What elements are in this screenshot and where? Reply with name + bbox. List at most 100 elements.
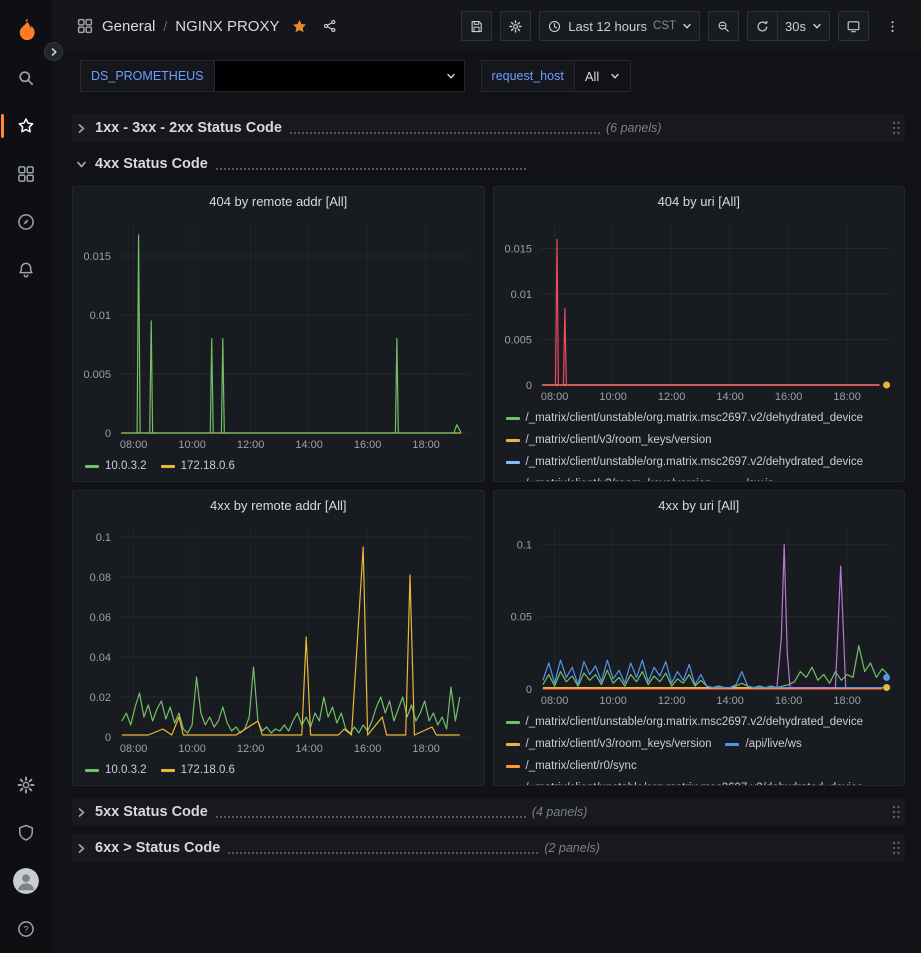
svg-text:16:00: 16:00 <box>774 695 802 707</box>
clock-icon <box>547 19 562 34</box>
request-host-value-dropdown[interactable]: All <box>575 60 631 92</box>
zoom-out-button[interactable] <box>708 11 739 41</box>
svg-text:10:00: 10:00 <box>599 695 627 707</box>
refresh-interval-picker[interactable]: 30s <box>778 11 830 41</box>
legend-item[interactable]: 10.0.3.2 <box>85 455 147 477</box>
drag-handle-icon[interactable] <box>891 120 901 136</box>
chevron-right-icon <box>76 123 87 134</box>
breadcrumb: General / NGINX PROXY <box>76 17 338 35</box>
sidebar-item-explore[interactable] <box>0 198 52 246</box>
refresh-button[interactable] <box>747 11 778 41</box>
breadcrumb-folder[interactable]: General <box>102 18 155 35</box>
caret-down-icon <box>446 71 456 81</box>
variables-bar: DS_PROMETHEUS request_host All <box>52 52 921 102</box>
explore-icon <box>16 212 36 232</box>
sidebar-item-help[interactable]: ? <box>0 905 52 953</box>
ds-prometheus-value-dropdown[interactable] <box>215 60 465 92</box>
legend-item[interactable]: 172.18.0.6 <box>161 455 235 477</box>
sidebar-item-server-admin[interactable] <box>0 809 52 857</box>
dashboard-settings-button[interactable] <box>500 11 531 41</box>
panel-title[interactable]: 404 by remote addr [All] <box>73 187 484 215</box>
chart-404-by-uri[interactable]: 08:0010:0012:0014:0016:0018:0000.0050.01… <box>494 215 905 405</box>
request-host-label: request_host <box>481 60 575 92</box>
svg-text:10:00: 10:00 <box>178 439 206 451</box>
panel-title[interactable]: 404 by uri [All] <box>494 187 905 215</box>
alerting-icon <box>16 260 36 280</box>
legend-item[interactable]: /_matrix/client/unstable/org.matrix.msc2… <box>506 407 864 429</box>
favorite-star-icon[interactable] <box>291 18 308 35</box>
sidebar-item-search[interactable] <box>0 54 52 102</box>
breadcrumb-separator: / <box>163 18 167 34</box>
svg-text:10:00: 10:00 <box>599 391 627 403</box>
sidebar-expand-button[interactable] <box>44 42 63 61</box>
sidebar-item-starred[interactable] <box>0 102 52 150</box>
svg-text:18:00: 18:00 <box>833 695 861 707</box>
svg-text:0.015: 0.015 <box>83 251 111 263</box>
row-header-4xx[interactable]: 4xx Status Code <box>72 150 905 178</box>
tv-icon <box>846 19 861 34</box>
svg-text:0.01: 0.01 <box>510 289 531 301</box>
request-host-value: All <box>585 69 599 84</box>
chart-4xx-by-uri[interactable]: 08:0010:0012:0014:0016:0018:0000.050.1 <box>494 519 905 709</box>
sidebar-item-configuration[interactable] <box>0 761 52 809</box>
sidebar: ? <box>0 0 52 953</box>
row-header-5xx[interactable]: 5xx Status Code (4 panels) <box>72 798 905 826</box>
row-dotted-leader <box>290 132 600 134</box>
user-avatar <box>13 868 39 894</box>
time-range-picker[interactable]: Last 12 hours CST <box>539 11 700 41</box>
grafana-logo-icon <box>13 17 40 44</box>
legend-item[interactable]: /sw.js <box>725 473 773 481</box>
row-header-6xx[interactable]: 6xx > Status Code (2 panels) <box>72 834 905 862</box>
row-header-1xx-3xx-2xx[interactable]: 1xx - 3xx - 2xx Status Code (6 panels) <box>72 114 905 142</box>
panel-legend: /_matrix/client/unstable/org.matrix.msc2… <box>494 709 905 785</box>
time-range-label: Last 12 hours <box>568 19 647 34</box>
legend-item[interactable]: /_matrix/client/r0/sync <box>506 755 637 777</box>
sidebar-item-dashboards[interactable] <box>0 150 52 198</box>
legend-item[interactable]: /_matrix/client/unstable/org.matrix.msc2… <box>506 777 864 785</box>
svg-text:14:00: 14:00 <box>295 743 323 755</box>
settings-icon <box>16 775 36 795</box>
panel-legend: 10.0.3.2 172.18.0.6 <box>73 453 484 481</box>
variable-request-host: request_host All <box>481 60 631 92</box>
legend-item[interactable]: /_matrix/client/v3/room_keys/version <box>506 429 712 451</box>
kebab-menu-button[interactable] <box>877 11 907 41</box>
drag-handle-icon[interactable] <box>891 804 901 820</box>
row-title: 6xx > Status Code <box>95 840 220 856</box>
row-dotted-leader <box>216 816 526 818</box>
legend-item[interactable]: /_matrix/client/v3/room_keys/version <box>506 733 712 755</box>
svg-text:16:00: 16:00 <box>774 391 802 403</box>
zoom-out-icon <box>716 19 731 34</box>
sidebar-item-profile[interactable] <box>0 857 52 905</box>
save-dashboard-button[interactable] <box>461 11 492 41</box>
tv-mode-button[interactable] <box>838 11 869 41</box>
chart-4xx-by-remote-addr[interactable]: 08:0010:0012:0014:0016:0018:0000.020.040… <box>73 519 484 757</box>
row-panel-count: (6 panels) <box>606 121 662 135</box>
row-panel-count: (2 panels) <box>544 841 600 855</box>
row-dotted-leader <box>228 852 538 854</box>
legend-item[interactable]: 172.18.0.6 <box>161 759 235 781</box>
panel-title[interactable]: 4xx by uri [All] <box>494 491 905 519</box>
svg-text:0.06: 0.06 <box>90 612 111 624</box>
legend-item[interactable]: /_matrix/client/unstable/org.matrix.msc2… <box>506 451 864 473</box>
legend-item[interactable]: 10.0.3.2 <box>85 759 147 781</box>
legend-item[interactable]: /api/live/ws <box>725 733 801 755</box>
dashboard-body: 1xx - 3xx - 2xx Status Code (6 panels) 4… <box>52 102 921 953</box>
legend-item[interactable]: /_matrix/client/unstable/org.matrix.msc2… <box>506 711 864 733</box>
panel-title[interactable]: 4xx by remote addr [All] <box>73 491 484 519</box>
refresh-button-group: 30s <box>747 11 830 41</box>
share-icon[interactable] <box>322 18 338 34</box>
svg-text:0.01: 0.01 <box>90 310 111 322</box>
svg-text:18:00: 18:00 <box>412 743 440 755</box>
svg-text:16:00: 16:00 <box>354 439 382 451</box>
svg-text:0: 0 <box>105 428 111 440</box>
svg-text:18:00: 18:00 <box>412 439 440 451</box>
caret-down-icon <box>682 19 692 34</box>
svg-text:0.05: 0.05 <box>510 612 531 624</box>
drag-handle-icon[interactable] <box>891 840 901 856</box>
chart-404-by-remote-addr[interactable]: 08:0010:0012:0014:0016:0018:0000.0050.01… <box>73 215 484 453</box>
sidebar-item-alerting[interactable] <box>0 246 52 294</box>
navbar-actions: Last 12 hours CST 30s <box>461 11 907 41</box>
dashboard-title[interactable]: NGINX PROXY <box>175 18 279 35</box>
chevron-right-icon <box>49 47 59 57</box>
legend-item[interactable]: /_matrix/client/v3/room_keys/version <box>506 473 712 481</box>
